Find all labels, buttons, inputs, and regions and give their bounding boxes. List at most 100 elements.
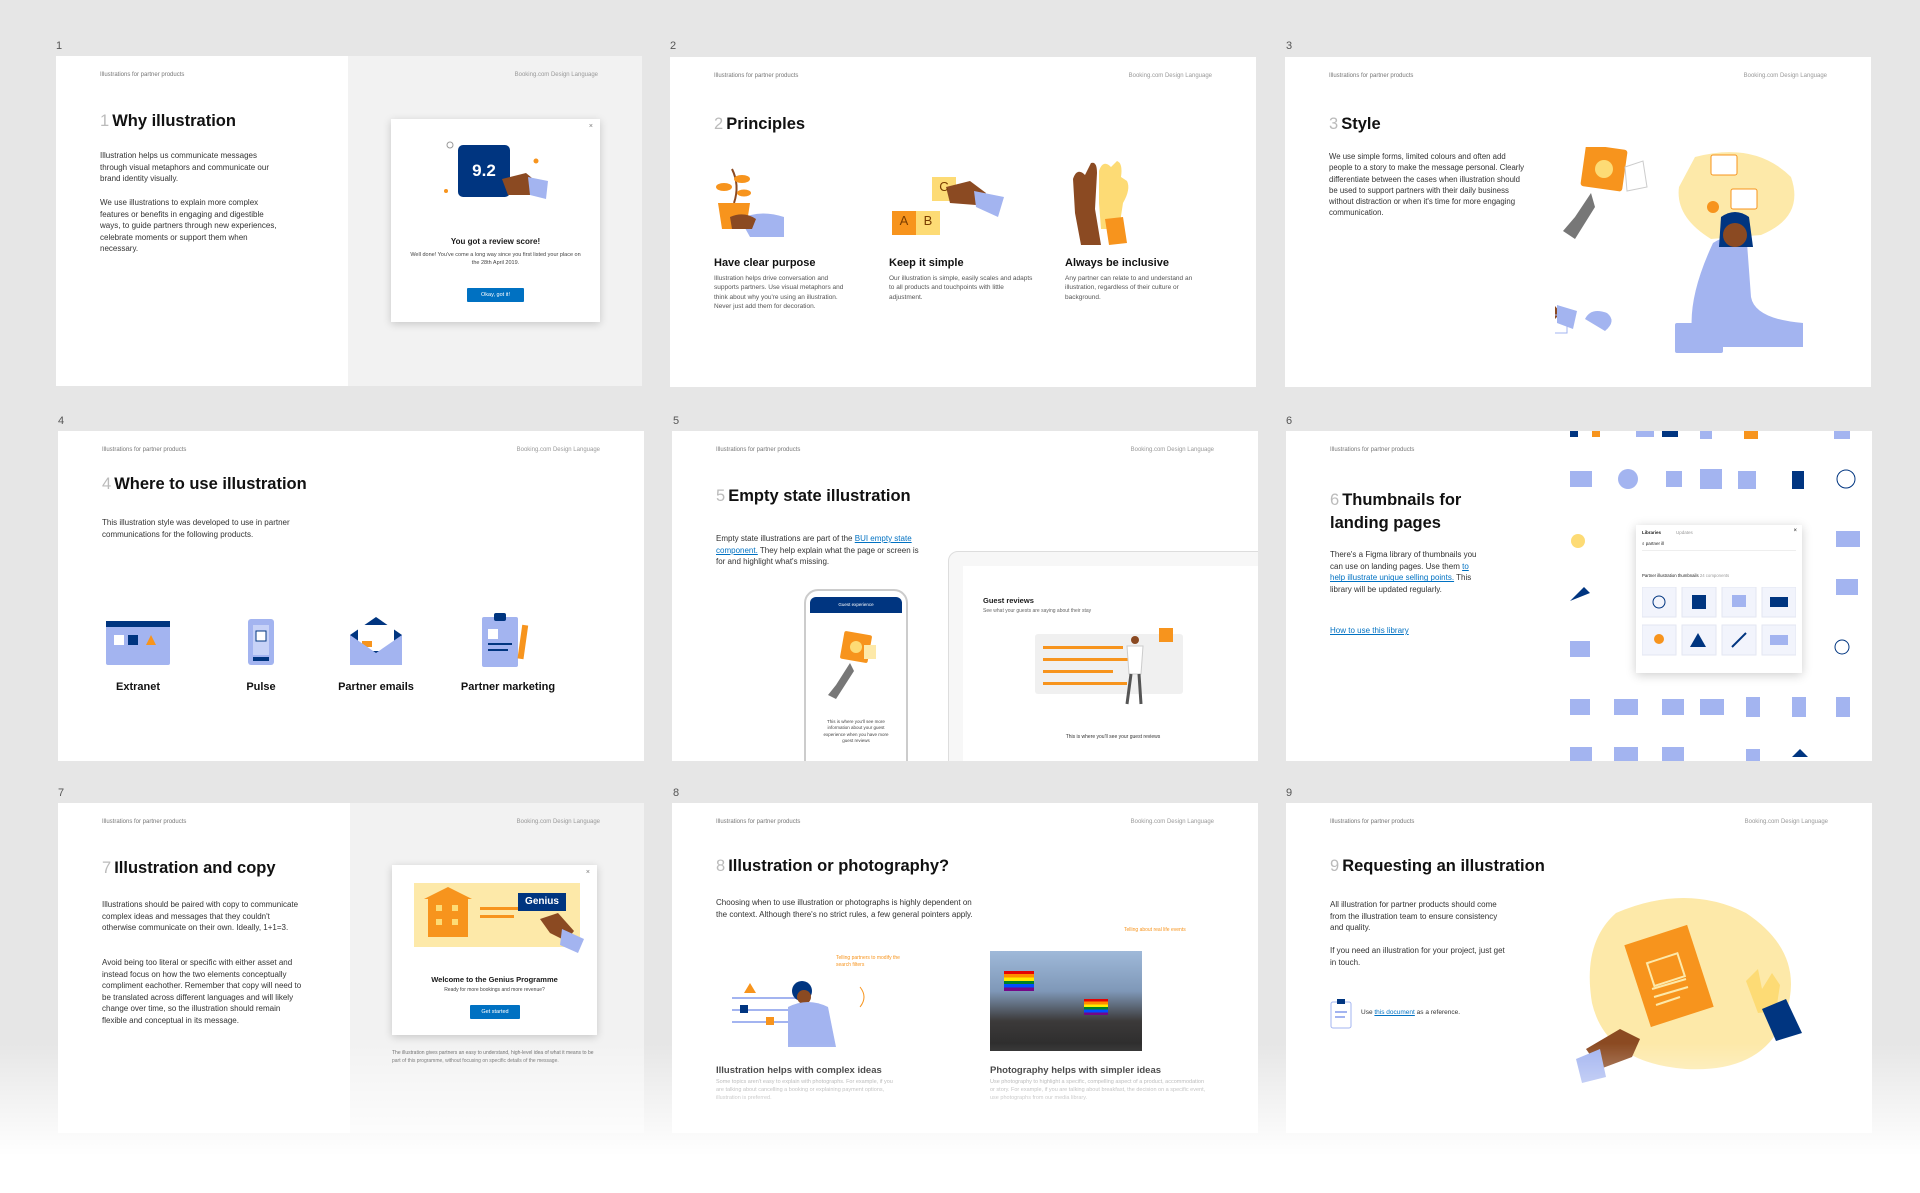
- section-number: 6: [1330, 491, 1340, 509]
- genius-illustration: [414, 883, 584, 953]
- thumbnail-icon: [1662, 431, 1678, 437]
- thumbnail-icon: [1570, 699, 1590, 715]
- pride-photo: [990, 951, 1142, 1051]
- slide-header-right: Booking.com Design Language: [514, 72, 598, 78]
- slide-thumbnails[interactable]: Illustrations for partner products 6 Thum…: [1286, 431, 1872, 761]
- section-title: Illustration or photography?: [728, 857, 950, 875]
- slide-header-left: Illustrations for partner products: [1329, 73, 1414, 79]
- body-paragraph: Illustrations should be paired with copy…: [102, 900, 299, 933]
- slide-header-left: Illustrations for partner products: [716, 819, 801, 825]
- laptop-shape: [1675, 323, 1723, 353]
- principle-text: Illustration helps drive conversation an…: [714, 275, 844, 311]
- partner-marketing-icon: [482, 613, 529, 667]
- thumbnail-icon: [1636, 431, 1654, 437]
- extranet-icon: [106, 621, 170, 665]
- page-title: 7 Illustration and copy: [102, 859, 276, 878]
- annotation: Telling partners to modify the search fi…: [836, 955, 900, 968]
- phone-header: Guest experience: [810, 597, 902, 613]
- thumbnail-icon: [1662, 699, 1684, 715]
- slide-number: 7: [58, 787, 65, 799]
- document-link[interactable]: this document: [1374, 1009, 1414, 1016]
- page-title: 9 Requesting an illustration: [1330, 857, 1545, 876]
- tablet-screen: Guest reviews See what your guests are s…: [963, 566, 1258, 761]
- library-group-count: 24 components: [1699, 573, 1730, 578]
- library-group[interactable]: Partner illustration thumbnails 24 compo…: [1642, 573, 1729, 578]
- genius-modal: × Genius Welcome to the Genius Programme…: [392, 865, 597, 1035]
- slide-principles[interactable]: Illustrations for partner products Booki…: [670, 57, 1256, 387]
- slide-header-left: Illustrations for partner products: [102, 447, 187, 453]
- section-number: 8: [716, 857, 726, 875]
- section-title: Illustration and copy: [114, 859, 276, 877]
- slide-requesting-illustration[interactable]: Illustrations for partner products Booki…: [1286, 803, 1872, 1133]
- body-paragraph: We use illustrations to explain more com…: [100, 198, 277, 254]
- get-started-button[interactable]: Get started: [470, 1005, 520, 1019]
- modal-caption: The illustration gives partners an easy …: [392, 1050, 594, 1064]
- slide-where-to-use[interactable]: Illustrations for partner products Booki…: [58, 431, 644, 761]
- principle-title: Always be inclusive: [1065, 257, 1169, 269]
- slide-header-right: Booking.com Design Language: [1743, 73, 1827, 79]
- comparison-title: Illustration helps with complex ideas: [716, 1065, 882, 1076]
- slide-style[interactable]: Illustrations for partner products Booki…: [1285, 57, 1871, 387]
- body-paragraph: Choosing when to use illustration or pho…: [716, 898, 973, 919]
- thumbnail-icon: [1746, 697, 1760, 717]
- body-paragraph: There's a Figma library of thumbnails yo…: [1330, 550, 1477, 594]
- page-title: 4 Where to use illustration: [102, 475, 307, 494]
- section-number: 3: [1329, 115, 1339, 133]
- thumbnail-icon: [1792, 697, 1806, 717]
- hands-illustration: [1073, 161, 1129, 245]
- thumbnail-icon: [1738, 471, 1756, 489]
- thumbnail-icon: [1834, 431, 1850, 439]
- okay-button[interactable]: Okay, got it!: [467, 288, 524, 302]
- tablet-frame: Guest reviews See what your guests are s…: [948, 551, 1258, 761]
- clipboard-icon: [1330, 999, 1352, 1029]
- thumbnail-icon: [1700, 431, 1712, 439]
- slide-number: 4: [58, 415, 65, 427]
- empty-state-illustration: [828, 631, 876, 699]
- panel-tab[interactable]: Libraries: [1642, 530, 1661, 535]
- thumbnail-results[interactable]: [1642, 587, 1796, 667]
- slide-header-left: Illustrations for partner products: [102, 819, 187, 825]
- thumbnail-icon: [1571, 534, 1585, 548]
- body-paragraph: All illustration for partner products sh…: [1330, 900, 1498, 933]
- slide-number: 9: [1286, 787, 1293, 799]
- slide-illustration-and-copy[interactable]: Illustrations for partner products Booki…: [58, 803, 644, 1133]
- panel-tab[interactable]: Updates: [1676, 530, 1693, 535]
- thumbnail-icon: [1836, 579, 1858, 595]
- slide-header-left: Illustrations for partner products: [1330, 447, 1415, 453]
- how-to-use-link[interactable]: How to use this library: [1330, 625, 1409, 637]
- body-paragraph: This illustration style was developed to…: [102, 518, 290, 539]
- slide-number: 5: [673, 415, 680, 427]
- modal-heading: Welcome to the Genius Programme: [431, 975, 558, 984]
- slide-number: 8: [673, 787, 680, 799]
- search-input[interactable]: ⌕ partner ill: [1642, 541, 1796, 551]
- close-icon[interactable]: ×: [589, 123, 593, 130]
- page-title: 1 Why illustration: [100, 112, 236, 131]
- plant-illustration: [716, 168, 784, 237]
- comparison-title: Photography helps with simpler ideas: [990, 1065, 1162, 1076]
- body-paragraph: We use simple forms, limited colours and…: [1329, 152, 1525, 218]
- thumbnail-icon: [1792, 471, 1804, 489]
- section-title: Empty state illustration: [728, 487, 911, 505]
- tablet-subtitle: See what your guests are saying about th…: [983, 608, 1092, 614]
- slide-empty-state[interactable]: Illustrations for partner products Booki…: [672, 431, 1258, 761]
- slide-illustration-or-photography[interactable]: Illustrations for partner products Booki…: [672, 803, 1258, 1133]
- thumbnail-icon: [1570, 747, 1592, 761]
- slide-number: 1: [56, 40, 63, 52]
- flag-shape: [1084, 999, 1108, 1015]
- thumbnail-icon: [1834, 639, 1850, 655]
- flag-shape: [1004, 971, 1034, 991]
- score-value: 9.2: [1498, 293, 1524, 313]
- section-title: Where to use illustration: [114, 475, 307, 493]
- genius-badge: Genius: [525, 896, 559, 907]
- section-title: Why illustration: [112, 112, 236, 130]
- phone-frame: Guest experience This is where you'll se…: [804, 589, 908, 761]
- page-title: 3 Style: [1329, 115, 1381, 134]
- close-icon[interactable]: ×: [586, 869, 590, 876]
- product-label: Pulse: [246, 681, 276, 693]
- partner-emails-icon: [350, 617, 402, 665]
- tablet-caption: This is where you'll see your guest revi…: [1065, 734, 1161, 740]
- close-icon[interactable]: ×: [1793, 528, 1797, 534]
- slide-header-left: Illustrations for partner products: [100, 72, 185, 78]
- review-score-modal: × 9.2 You got a review score! Well done!…: [391, 119, 600, 322]
- slide-why-illustration[interactable]: Illustrations for partner products Booki…: [56, 56, 642, 386]
